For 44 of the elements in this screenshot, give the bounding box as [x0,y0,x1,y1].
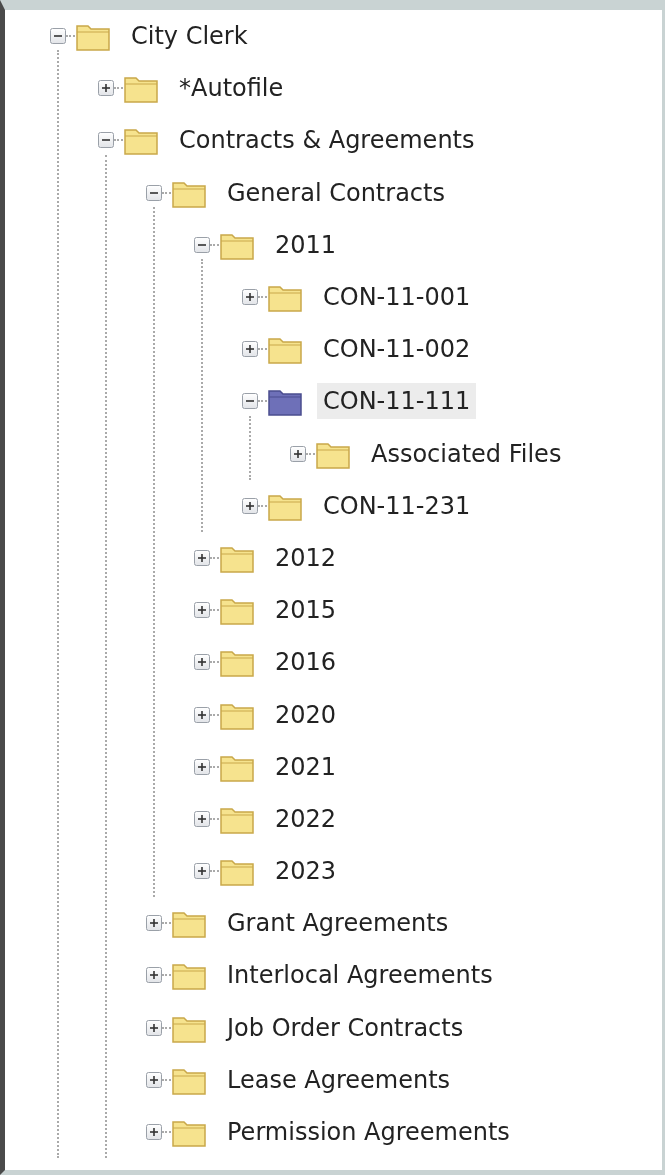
tree-item[interactable]: CON-11-111 [317,383,477,420]
expand-toggle[interactable] [194,758,210,775]
expand-toggle[interactable] [194,654,210,671]
tree-item[interactable]: 2015 [269,592,343,629]
tree-item[interactable]: 2022 [269,800,343,837]
expand-toggle[interactable] [146,967,162,984]
tree-item[interactable]: 2023 [269,853,343,890]
tree-item[interactable]: Job Order Contracts [221,1009,470,1046]
expand-toggle[interactable] [146,1071,162,1088]
collapse-toggle[interactable] [146,184,162,201]
tree-item[interactable]: 2012 [269,539,343,576]
expand-toggle[interactable] [146,1124,162,1141]
expand-toggle[interactable] [194,863,210,880]
tree-item[interactable]: *Autofile [173,70,290,107]
tree-item[interactable]: Interlocal Agreements [221,957,499,994]
expand-toggle[interactable] [242,289,258,306]
tree-item[interactable]: CON-11-002 [317,331,477,368]
tree-item[interactable]: 2011 [269,226,343,263]
expand-toggle[interactable] [194,706,210,723]
expand-toggle[interactable] [194,810,210,827]
tree-item[interactable]: Grant Agreements [221,905,455,942]
tree-item[interactable]: General Contracts [221,174,451,211]
tree-item[interactable]: Lease Agreements [221,1061,457,1098]
tree-item[interactable]: 2020 [269,696,343,733]
expand-toggle[interactable] [242,341,258,358]
expand-toggle[interactable] [290,445,306,462]
tree-item[interactable]: CON-11-231 [317,487,477,524]
tree-item[interactable]: Contracts & Agreements [173,122,481,159]
collapse-toggle[interactable] [194,236,210,253]
tree-item[interactable]: 2016 [269,644,343,681]
tree-item[interactable]: CON-11-001 [317,279,477,316]
expand-toggle[interactable] [194,602,210,619]
tree-item[interactable]: Associated Files [365,435,568,472]
collapse-toggle[interactable] [242,393,258,410]
collapse-toggle[interactable] [50,28,66,45]
expand-toggle[interactable] [146,1019,162,1036]
expand-toggle[interactable] [146,915,162,932]
collapse-toggle[interactable] [98,132,114,149]
expand-toggle[interactable] [98,80,114,97]
tree-item[interactable]: 2021 [269,748,343,785]
tree-item[interactable]: City Clerk [125,18,254,55]
expand-toggle[interactable] [194,549,210,566]
tree-item[interactable]: Permission Agreements [221,1114,516,1151]
expand-toggle[interactable] [242,497,258,514]
